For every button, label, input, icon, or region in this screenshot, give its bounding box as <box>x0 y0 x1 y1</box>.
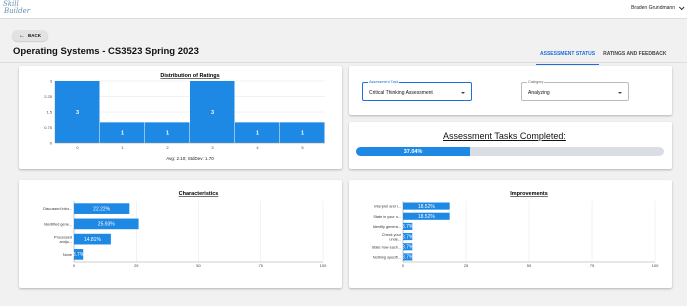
y-tick-label: State how each... <box>372 245 401 249</box>
x-tick-label: 4 <box>256 145 259 150</box>
assessment-task-select[interactable]: Assessment Task Critical Thinking Assess… <box>362 80 472 101</box>
bar-value-label: 18.52% <box>418 204 436 210</box>
x-tick-label: 100 <box>320 263 327 268</box>
y-tick-label: Processed andjo... <box>54 235 72 243</box>
tab-divider <box>0 62 687 63</box>
chevron-down-icon <box>678 4 685 11</box>
completed-progress-fill: 37.04% <box>356 147 471 156</box>
category-select[interactable]: Category Analyzing <box>521 80 629 101</box>
x-tick-label: 0 <box>73 263 76 268</box>
y-tick-label: Discussed infor... <box>43 207 72 211</box>
y-tick-label: 3 <box>50 79 53 84</box>
bar-value-label: 25.93% <box>98 222 116 228</box>
bar-value-label: 3.7% <box>402 255 414 261</box>
x-tick-label: 1 <box>121 145 124 150</box>
arrow-left-icon: ← <box>19 32 25 39</box>
bar-value-label: 3.7% <box>402 234 414 240</box>
x-tick-label: 75 <box>590 263 595 268</box>
category-label: Category <box>527 80 545 84</box>
y-tick-label: Interpret and I... <box>374 205 401 209</box>
bar-value-label: 3 <box>76 110 79 116</box>
top-bar: Skill Builder Braden Grundmann <box>0 0 687 19</box>
app-logo[interactable]: Skill Builder <box>3 1 30 15</box>
page-title: Operating Systems - CS3523 Spring 2023 <box>13 46 199 57</box>
filter-card: Assessment Task Critical Thinking Assess… <box>349 66 672 115</box>
category-value: Analyzing <box>528 90 550 96</box>
bar-value-label: 3.7% <box>402 245 414 251</box>
y-tick-label: None <box>63 253 72 257</box>
x-tick-label: 5 <box>301 145 304 150</box>
bar-value-label: 22.22% <box>93 206 111 212</box>
characteristics-card: Characteristics 0 25 50 75 100 22.22% Discussed… <box>19 180 342 288</box>
y-tick-label: 0 <box>50 141 53 146</box>
bar-value-label: 1 <box>166 131 169 137</box>
chart-title: Characteristics <box>179 191 219 197</box>
distribution-card: Distribution of Ratings 0 0.75 1.5 2.25 3 3 0 1 1… <box>19 66 342 169</box>
completed-percent: 37.04% <box>403 148 423 155</box>
x-tick-label: 3 <box>211 145 214 150</box>
bar-value-label: 1 <box>121 131 124 137</box>
improvements-card: Improvements 0 25 50 75 100 18.52% Interpret an… <box>349 180 672 288</box>
user-menu[interactable]: Braden Grundmann <box>631 4 685 11</box>
bar-value-label: 18.52% <box>418 214 436 220</box>
improvements-chart: Improvements 0 25 50 75 100 18.52% Interpret an… <box>372 191 659 268</box>
distribution-chart: Distribution of Ratings 0 0.75 1.5 2.25 3 3 0 1 1… <box>44 73 325 161</box>
y-tick-label: Identify genera... <box>373 225 401 229</box>
user-name: Braden Grundmann <box>631 5 675 11</box>
bar-value-label: 3.7% <box>73 252 85 258</box>
x-tick-label: 25 <box>464 263 469 268</box>
x-tick-label: 0 <box>402 263 405 268</box>
x-tick-label: 75 <box>259 263 264 268</box>
stats-footer: Avg: 2.10; StdDev: 1.70 <box>166 156 214 161</box>
dropdown-arrow-icon <box>461 92 465 94</box>
y-tick-label: State in your o... <box>373 215 401 219</box>
chart-title: Distribution of Ratings <box>160 73 219 79</box>
y-tick-label: Identified gene... <box>44 222 72 226</box>
x-tick-label: 50 <box>527 263 532 268</box>
back-button[interactable]: ← BACK <box>12 30 48 41</box>
assessment-task-value: Critical Thinking Assessment <box>369 90 433 96</box>
y-tick-label: 2.25 <box>44 94 53 99</box>
logo-line-2: Builder <box>4 7 31 15</box>
dropdown-arrow-icon <box>618 92 622 94</box>
y-tick-label: Check your unde... <box>382 233 402 241</box>
y-tick-label: 0.75 <box>44 125 53 130</box>
x-tick-label: 0 <box>76 145 79 150</box>
characteristics-chart: Characteristics 0 25 50 75 100 22.22% Discussed… <box>43 191 327 268</box>
bar-value-label: 1 <box>301 131 304 137</box>
bar-value-label: 3.7% <box>402 224 414 230</box>
chart-title: Improvements <box>510 191 548 197</box>
bar-value-label: 3 <box>211 110 214 116</box>
completed-title: Assessment Tasks Completed: <box>443 131 566 141</box>
y-tick-label: 1.5 <box>46 110 52 115</box>
x-tick-label: 2 <box>166 145 169 150</box>
x-tick-label: 25 <box>134 263 139 268</box>
completed-card: Assessment Tasks Completed: 37.04% <box>349 122 672 169</box>
assessment-task-label: Assessment Task <box>368 80 400 84</box>
bar-value-label: 1 <box>256 131 259 137</box>
x-tick-label: 100 <box>652 263 659 268</box>
completed-progress-bar: 37.04% <box>356 147 664 156</box>
bar-value-label: 14.81% <box>84 237 102 243</box>
back-label: BACK <box>28 33 41 38</box>
x-tick-label: 50 <box>196 263 201 268</box>
y-tick-label: Nothing specifi... <box>373 255 401 259</box>
